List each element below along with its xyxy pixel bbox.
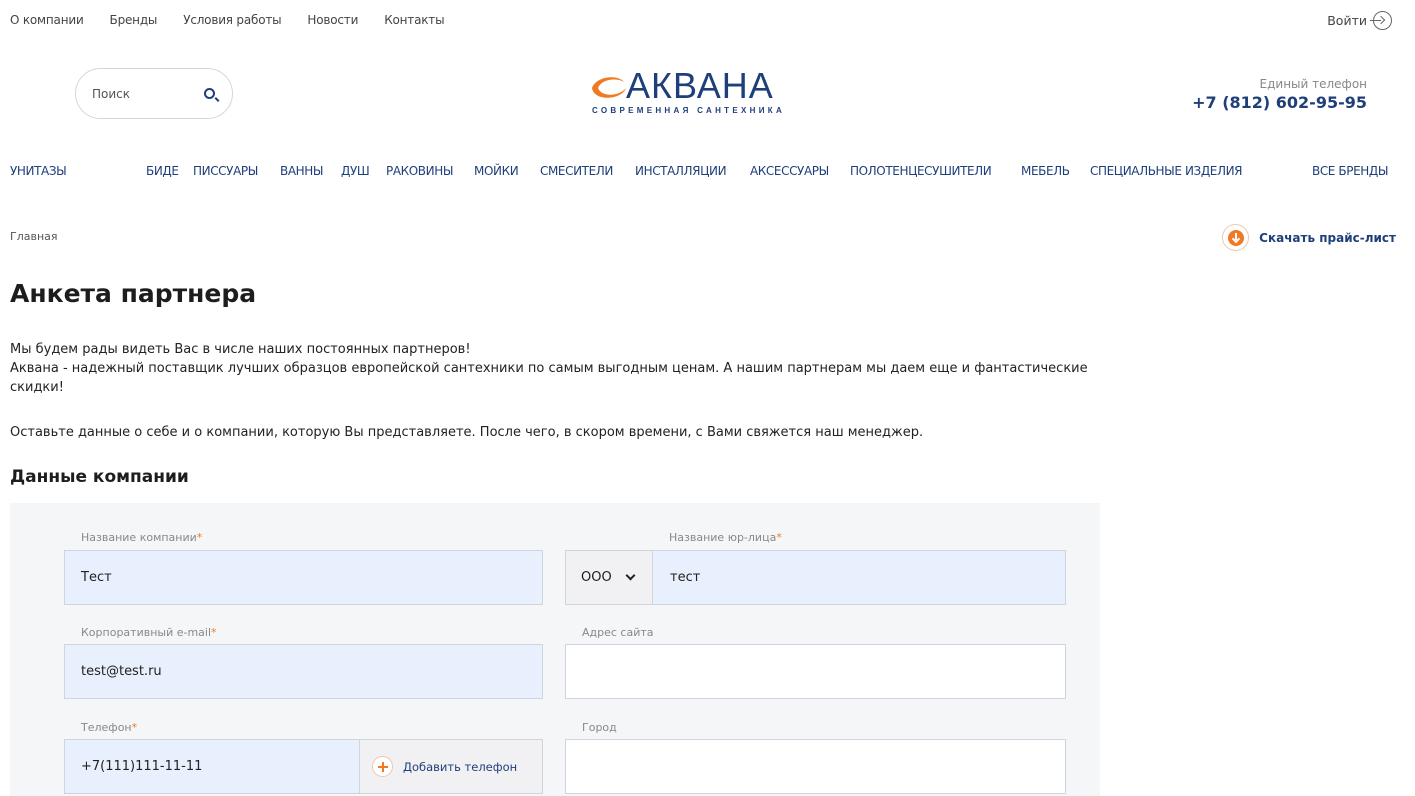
topnav-item-news[interactable]: Новости [307,13,358,27]
phone-number[interactable]: +7 (812) 602-95-95 [1192,93,1367,112]
topnav-item-contacts[interactable]: Контакты [384,13,444,27]
phone-label: Телефон* [81,721,138,734]
breadcrumb-home[interactable]: Главная [10,230,58,243]
add-phone-button[interactable]: Добавить телефон [359,739,543,794]
phone-caption: Единый телефон [1259,77,1367,91]
intro-line-2: Аквана - надежный поставщик лучших образ… [10,361,1088,395]
search-icon[interactable] [204,88,215,99]
legal-name-label: Название юр-лица* [669,531,782,544]
login-label: Войти [1327,13,1367,28]
section-title: Данные компании [10,467,189,487]
legal-name-field[interactable]: тест [652,550,1066,605]
chevron-down-icon [625,570,636,581]
category-bidets[interactable]: БИДЕ [146,164,179,178]
logo[interactable]: АКВАНА СОВРЕМЕННАЯ САНТЕХНИКА [588,66,840,118]
category-accessories[interactable]: АКСЕССУАРЫ [750,164,829,178]
category-toilets[interactable]: УНИТАЗЫ [10,164,67,178]
logo-tagline: СОВРЕМЕННАЯ САНТЕХНИКА [592,106,786,115]
category-furniture[interactable]: МЕБЕЛЬ [1021,164,1070,178]
breadcrumb: Главная [10,230,58,243]
search-box[interactable]: Поиск [75,68,233,119]
category-shower[interactable]: ДУШ [341,164,370,178]
category-baths[interactable]: ВАННЫ [280,164,323,178]
top-nav: О компании Бренды Условия работы Новости… [10,13,470,27]
category-installations[interactable]: ИНСТАЛЛЯЦИИ [635,164,727,178]
login-icon [1370,11,1392,30]
email-label: Корпоративный e-mail* [81,626,217,639]
category-sinks[interactable]: РАКОВИНЫ [386,164,453,178]
login-link[interactable]: Войти [1327,11,1392,30]
page-title: Анкета партнера [10,279,257,308]
intro-instructions: Оставьте данные о себе и о компании, кот… [10,425,924,440]
search-input[interactable]: Поиск [92,87,130,101]
intro-text: Мы будем рады видеть Вас в числе наших п… [10,340,1090,397]
intro-line-1: Мы будем рады видеть Вас в числе наших п… [10,342,471,357]
company-name-label: Название компании* [81,531,203,544]
logo-wordmark: АКВАНА [626,65,774,106]
logo-swoosh-icon [592,77,626,98]
phone-field[interactable]: +7(111)111-11-11 [64,739,360,794]
category-kitchen-sinks[interactable]: МОЙКИ [474,164,519,178]
download-icon [1222,224,1250,251]
city-label: Город [582,721,617,734]
topnav-item-brands[interactable]: Бренды [110,13,158,27]
topnav-item-terms[interactable]: Условия работы [183,13,281,27]
price-list-label: Скачать прайс-лист [1259,230,1396,245]
topnav-item-about[interactable]: О компании [10,13,84,27]
add-phone-label: Добавить телефон [403,759,518,774]
header-phone: Единый телефон +7 (812) 602-95-95 [1192,77,1367,112]
company-name-field[interactable]: Тест [64,550,543,605]
website-field[interactable] [565,644,1066,699]
legal-form-select[interactable]: ООО [565,550,653,605]
plus-icon [372,756,393,777]
category-towel-warmers[interactable]: ПОЛОТЕНЦЕСУШИТЕЛИ [850,164,992,178]
category-all-brands[interactable]: ВСЕ БРЕНДЫ [1312,164,1388,178]
price-list-link[interactable]: Скачать прайс-лист [1222,224,1396,251]
city-field[interactable] [565,739,1066,794]
category-faucets[interactable]: СМЕСИТЕЛИ [540,164,613,178]
legal-form-value: ООО [581,570,612,585]
category-special[interactable]: СПЕЦИАЛЬНЫЕ ИЗДЕЛИЯ [1090,164,1243,178]
category-urinals[interactable]: ПИССУАРЫ [193,164,258,178]
email-field[interactable]: test@test.ru [64,644,543,699]
website-label: Адрес сайта [582,626,654,639]
